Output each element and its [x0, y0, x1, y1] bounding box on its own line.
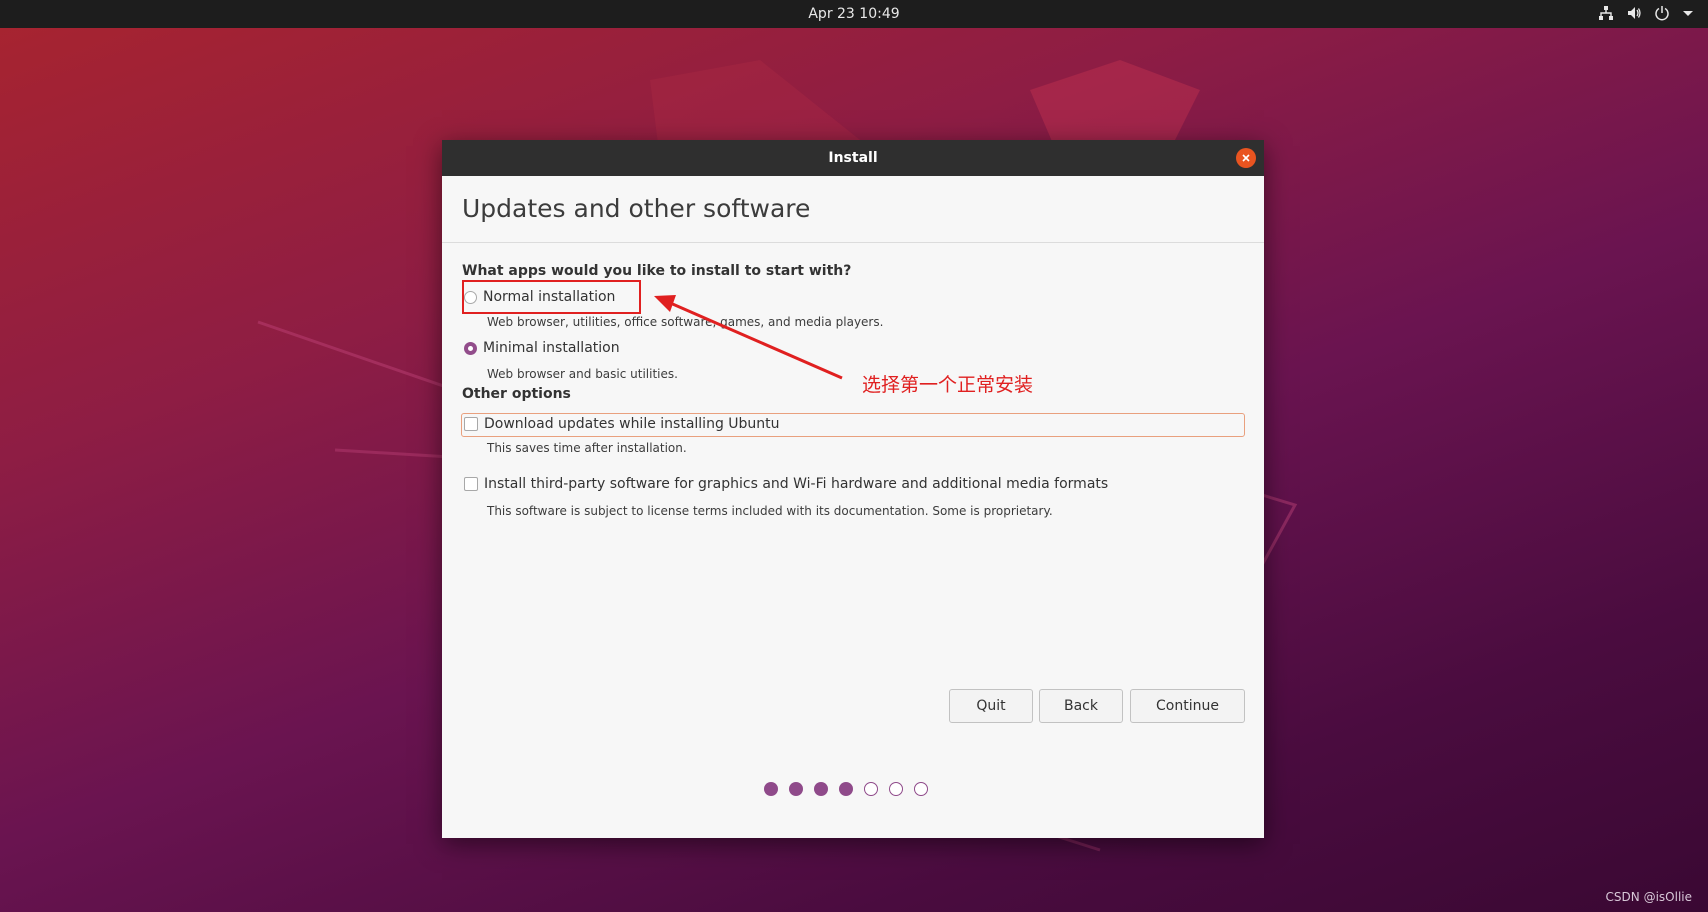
progress-dots: [764, 782, 928, 796]
progress-dot-pending: [889, 782, 903, 796]
system-tray[interactable]: [1598, 5, 1694, 21]
install-window: Install Updates and other software What …: [442, 140, 1264, 838]
close-icon: [1242, 154, 1250, 162]
watermark: CSDN @isOllie: [1605, 890, 1692, 904]
minimal-installation-desc: Web browser and basic utilities.: [487, 367, 678, 381]
chevron-down-icon[interactable]: [1682, 7, 1694, 19]
power-icon[interactable]: [1654, 5, 1670, 21]
page-header: Updates and other software: [442, 176, 1264, 243]
annotation-highlight-box: [462, 280, 641, 314]
window-titlebar[interactable]: Install: [442, 140, 1264, 176]
download-updates-checkbox[interactable]: Download updates while installing Ubuntu: [464, 416, 780, 432]
clock[interactable]: Apr 23 10:49: [0, 6, 1708, 22]
progress-dot-done: [764, 782, 778, 796]
progress-dot-pending: [914, 782, 928, 796]
volume-icon[interactable]: [1626, 5, 1642, 21]
checkbox-icon[interactable]: [464, 417, 478, 431]
download-updates-desc: This saves time after installation.: [487, 441, 687, 455]
page-title: Updates and other software: [462, 194, 811, 223]
download-updates-label[interactable]: Download updates while installing Ubuntu: [484, 416, 780, 432]
third-party-checkbox[interactable]: Install third-party software for graphic…: [464, 476, 1108, 492]
normal-installation-desc: Web browser, utilities, office software,…: [487, 315, 884, 329]
continue-button[interactable]: Continue: [1130, 689, 1245, 723]
install-question: What apps would you like to install to s…: [462, 263, 852, 279]
annotation-text: 选择第一个正常安装: [862, 374, 1034, 396]
other-options-heading: Other options: [462, 386, 571, 402]
window-title: Install: [828, 150, 878, 166]
quit-button[interactable]: Quit: [949, 689, 1033, 723]
radio-checked-icon[interactable]: [464, 341, 477, 355]
minimal-installation-label[interactable]: Minimal installation: [483, 340, 620, 356]
checkbox-icon[interactable]: [464, 477, 478, 491]
close-button[interactable]: [1236, 148, 1256, 168]
network-icon[interactable]: [1598, 5, 1614, 21]
progress-dot-done: [814, 782, 828, 796]
top-bar: Apr 23 10:49: [0, 0, 1708, 28]
third-party-desc: This software is subject to license term…: [487, 504, 1053, 518]
minimal-installation-radio[interactable]: Minimal installation: [464, 340, 620, 356]
back-button[interactable]: Back: [1039, 689, 1123, 723]
progress-dot-pending: [864, 782, 878, 796]
progress-dot-done: [789, 782, 803, 796]
third-party-label[interactable]: Install third-party software for graphic…: [484, 476, 1108, 492]
progress-dot-done: [839, 782, 853, 796]
